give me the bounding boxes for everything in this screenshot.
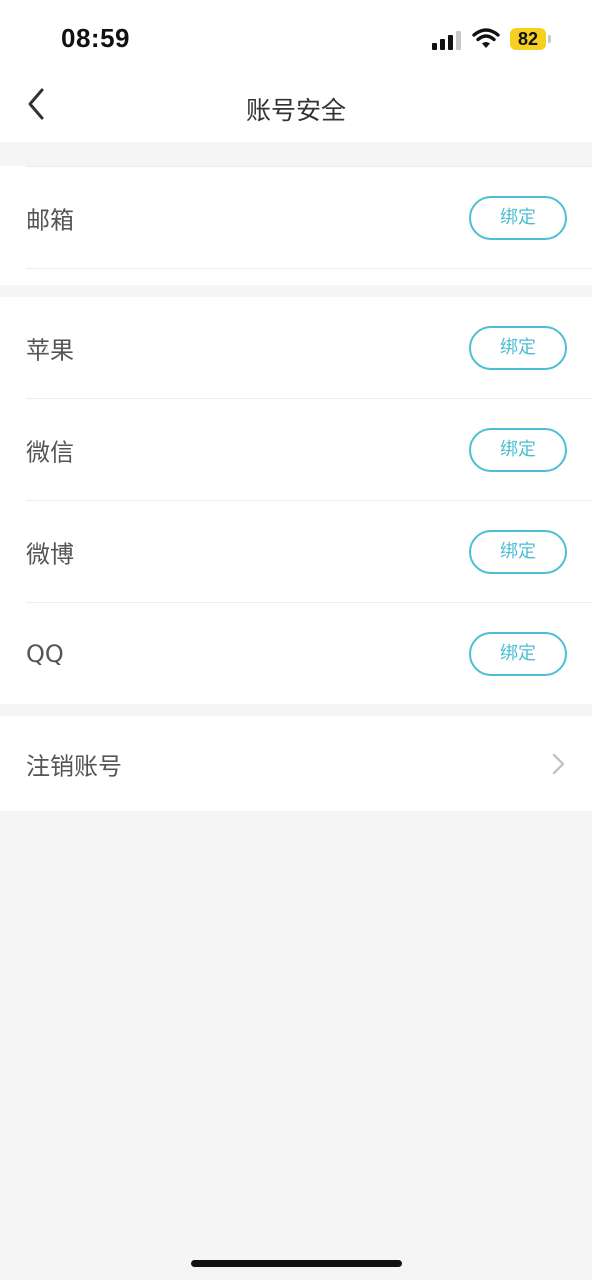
bind-wechat-button[interactable]: 绑定	[469, 427, 567, 472]
signal-icon	[432, 30, 462, 50]
bind-apple-button[interactable]: 绑定	[469, 325, 567, 370]
status-bar: 08:59 82	[0, 0, 592, 76]
bind-email-button[interactable]: 绑定	[469, 195, 567, 240]
page-title: 账号安全	[245, 96, 346, 125]
chevron-right-icon	[552, 753, 565, 774]
bind-qq-button[interactable]: 绑定	[469, 631, 567, 676]
home-indicator	[191, 1260, 402, 1267]
apple-label: 苹果	[26, 336, 74, 364]
bind-weibo-button[interactable]: 绑定	[469, 529, 567, 574]
qq-label: QQ	[26, 639, 64, 668]
list-item-wechat: 微信 绑定	[26, 398, 592, 500]
weibo-label: 微博	[26, 540, 74, 568]
cancel-account-row[interactable]: 注销账号	[26, 716, 592, 811]
account-group: 注销账号	[0, 716, 592, 811]
list-item-qq: QQ 绑定	[26, 602, 592, 704]
battery-icon: 82	[510, 28, 546, 50]
wifi-icon	[472, 28, 500, 48]
battery-tip	[548, 35, 551, 43]
list-item-weibo: 微博 绑定	[26, 500, 592, 602]
social-group: 苹果 绑定 微信 绑定 微博 绑定 QQ 绑定	[0, 297, 592, 704]
email-label: 邮箱	[26, 206, 74, 234]
divider	[26, 268, 592, 285]
list-item-email: 邮箱 绑定	[26, 166, 592, 268]
wechat-label: 微信	[26, 438, 74, 466]
email-group: 邮箱 绑定	[0, 166, 592, 285]
list-item-apple: 苹果 绑定	[26, 297, 592, 398]
cancel-account-label: 注销账号	[26, 752, 122, 780]
nav-bar: 账号安全	[0, 76, 592, 142]
status-time: 08:59	[61, 23, 130, 53]
